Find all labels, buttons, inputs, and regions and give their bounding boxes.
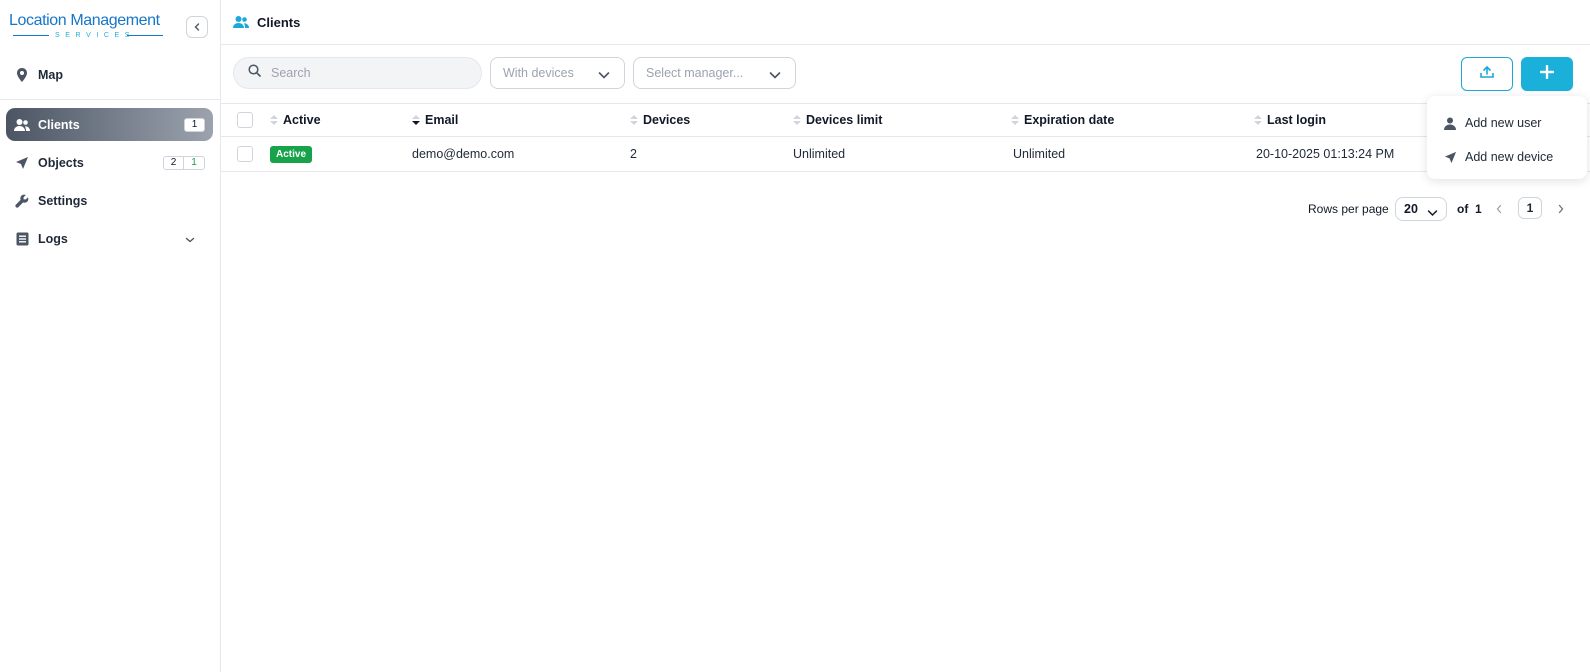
column-last-login[interactable]: Last login	[1254, 104, 1326, 136]
column-active[interactable]: Active	[270, 104, 321, 136]
column-email[interactable]: Email	[412, 104, 458, 136]
rows-per-page-label: Rows per page	[1308, 202, 1389, 216]
row-select-cell	[237, 137, 253, 171]
column-expiration-date[interactable]: Expiration date	[1011, 104, 1114, 136]
objects-count-badge: 2 1	[163, 156, 205, 170]
select-all-checkbox[interactable]	[237, 112, 253, 128]
chevron-down-icon	[598, 69, 610, 83]
online-count: 1	[191, 157, 197, 168]
sidebar-item-logs[interactable]: Logs	[6, 222, 213, 255]
devices-filter-value: With devices	[503, 66, 574, 80]
total-count: 2	[164, 157, 184, 169]
clients-table: Active Email Devices Devices limit Expir…	[221, 103, 1590, 172]
sidebar-item-settings[interactable]: Settings	[6, 184, 213, 217]
upload-icon	[1480, 65, 1494, 83]
column-label: Last login	[1267, 113, 1327, 127]
sidebar-item-clients[interactable]: Clients 1	[6, 108, 213, 141]
menu-item-add-device[interactable]: Add new device	[1443, 147, 1553, 167]
column-label: Devices limit	[806, 113, 883, 127]
search-icon	[248, 64, 261, 82]
table-row[interactable]: Active demo@demo.com 2 Unlimited Unlimit…	[221, 137, 1590, 172]
column-devices-limit[interactable]: Devices limit	[793, 104, 882, 136]
column-label: Expiration date	[1024, 113, 1115, 127]
prev-page-button[interactable]	[1495, 202, 1503, 220]
menu-item-label: Add new user	[1465, 116, 1542, 130]
logo-title: Location Management	[9, 12, 160, 29]
total-pages: 1	[1475, 202, 1482, 216]
sidebar-item-label: Clients	[38, 117, 80, 132]
user-icon	[1443, 116, 1457, 130]
table-header: Active Email Devices Devices limit Expir…	[221, 103, 1590, 137]
chevron-down-icon	[769, 69, 781, 83]
cell-devices: 2	[630, 147, 637, 161]
column-label: Email	[425, 113, 459, 127]
chevron-right-icon	[1558, 204, 1564, 214]
cell-last-login: 20-10-2025 01:13:24 PM	[1256, 147, 1395, 161]
sidebar: Location Management SERVICES Map Clients…	[0, 0, 221, 672]
add-button[interactable]	[1521, 57, 1573, 91]
of-label: of	[1457, 202, 1469, 216]
rows-per-page-value: 20	[1404, 202, 1418, 216]
sidebar-item-label: Logs	[38, 231, 68, 246]
plus-icon	[1539, 64, 1555, 84]
page-title: Clients	[257, 14, 301, 30]
sidebar-divider	[0, 99, 220, 100]
search-box[interactable]	[233, 57, 482, 89]
cell-active: Active	[270, 137, 313, 171]
chevron-left-icon	[194, 23, 200, 31]
sort-icon	[630, 114, 638, 126]
column-devices[interactable]: Devices	[630, 104, 690, 136]
export-button[interactable]	[1461, 57, 1513, 91]
logo[interactable]: Location Management SERVICES	[9, 12, 164, 42]
sort-icon	[793, 114, 801, 126]
status-badge: Active	[270, 145, 313, 163]
manager-filter-value: Select manager...	[646, 66, 744, 80]
map-pin-icon	[14, 67, 30, 83]
chevron-left-icon	[1496, 204, 1502, 214]
navigation-arrow-icon	[1443, 150, 1457, 164]
manager-filter-select[interactable]: Select manager...	[633, 57, 796, 89]
sidebar-item-label: Map	[38, 67, 63, 82]
menu-item-label: Add new device	[1465, 150, 1554, 164]
logo-subtitle: SERVICES	[9, 31, 164, 40]
sidebar-item-map[interactable]: Map	[6, 58, 213, 91]
select-all-cell	[237, 104, 253, 136]
column-label: Active	[283, 113, 321, 127]
chevron-down-icon	[185, 233, 195, 247]
page-header: Clients	[221, 0, 1590, 45]
cell-expiration-date: Unlimited	[1013, 147, 1066, 161]
count-badge: 1	[184, 118, 205, 132]
collapse-sidebar-button[interactable]	[186, 16, 208, 38]
navigation-arrow-icon	[14, 155, 30, 171]
current-page[interactable]: 1	[1518, 197, 1542, 219]
wrench-icon	[14, 193, 30, 209]
search-input[interactable]	[271, 66, 461, 80]
devices-filter-select[interactable]: With devices	[490, 57, 625, 89]
column-label: Devices	[643, 113, 691, 127]
users-icon	[233, 14, 249, 30]
cell-email: demo@demo.com	[412, 147, 515, 161]
rows-per-page-select[interactable]: 20	[1395, 197, 1447, 221]
document-list-icon	[14, 231, 30, 247]
menu-item-add-user[interactable]: Add new user	[1443, 113, 1541, 133]
sort-icon	[1254, 114, 1262, 126]
sort-desc-icon	[412, 114, 420, 126]
row-checkbox[interactable]	[237, 146, 253, 162]
sidebar-item-objects[interactable]: Objects 2 1	[6, 146, 213, 179]
sidebar-item-label: Settings	[38, 193, 88, 208]
sort-icon	[1011, 114, 1019, 126]
cell-devices-limit: Unlimited	[793, 147, 846, 161]
chevron-down-icon	[1427, 206, 1438, 220]
users-icon	[14, 117, 30, 133]
next-page-button[interactable]	[1557, 202, 1565, 220]
sort-icon	[270, 114, 278, 126]
add-menu: Add new user Add new device	[1427, 96, 1587, 179]
sidebar-item-label: Objects	[38, 155, 84, 170]
